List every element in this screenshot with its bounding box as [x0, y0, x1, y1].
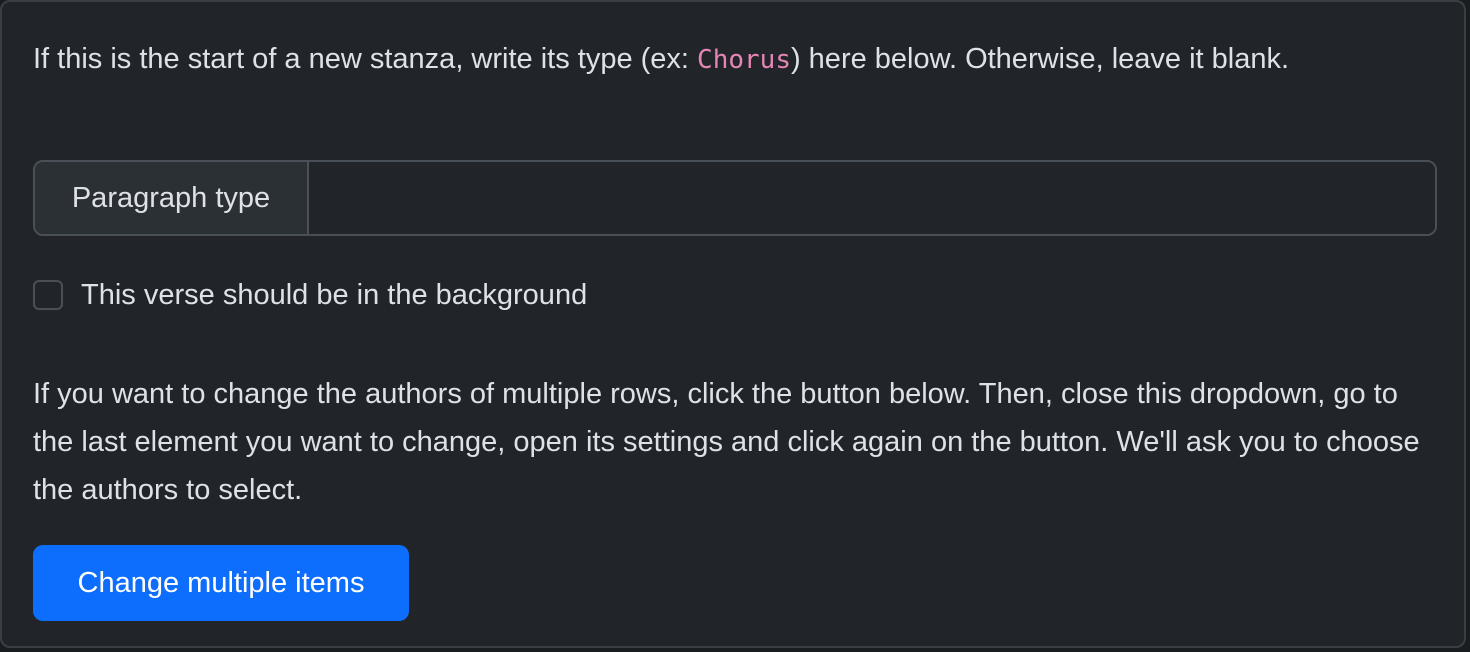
stanza-instructions: If this is the start of a new stanza, wr… [33, 36, 1413, 84]
multi-edit-instructions: If you want to change the authors of mul… [33, 378, 1420, 506]
example-stanza-code: Chorus [697, 45, 791, 75]
paragraph-type-input-group: Paragraph type [33, 160, 1437, 236]
background-verse-label[interactable]: This verse should be in the background [81, 274, 587, 316]
change-multiple-items-button[interactable]: Change multiple items [33, 545, 409, 621]
paragraph-type-input[interactable] [309, 162, 1435, 234]
paragraph-type-label: Paragraph type [35, 162, 309, 234]
instructions-text-end: ) here below. Otherwise, leave it blank. [790, 43, 1290, 75]
background-verse-checkbox[interactable] [33, 280, 63, 310]
instructions-text-start: If this is the start of a new stanza, wr… [33, 43, 698, 75]
settings-dropdown-panel: If this is the start of a new stanza, wr… [0, 0, 1466, 648]
background-verse-option[interactable]: This verse should be in the background [33, 274, 587, 316]
